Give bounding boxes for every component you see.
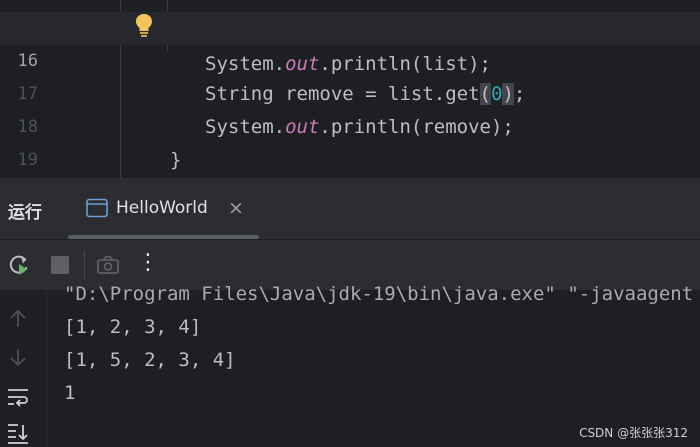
code-line[interactable]: 20: [0, 144, 700, 177]
lightbulb-icon[interactable]: [133, 12, 155, 38]
scroll-to-end-icon[interactable]: [6, 421, 30, 445]
code-line[interactable]: 18 }: [0, 78, 700, 171]
console-window-icon: [86, 198, 108, 218]
camera-icon[interactable]: [96, 253, 120, 277]
tab-helloworld[interactable]: HelloWorld ×: [68, 179, 259, 239]
console-side-toolbar: [0, 291, 47, 447]
console-output[interactable]: "D:\Program Files\Java\jdk-19\bin\java.e…: [0, 283, 700, 447]
tab-active-indicator: [68, 235, 259, 239]
arrow-down-icon[interactable]: [6, 345, 30, 369]
rerun-icon[interactable]: [7, 253, 31, 277]
toolbar-divider: [84, 250, 85, 280]
console-output-line: 1: [64, 382, 76, 404]
console-output-line: [1, 5, 2, 3, 4]: [64, 349, 236, 371]
console-command-line: "D:\Program Files\Java\jdk-19\bin\java.e…: [64, 283, 694, 305]
close-icon[interactable]: ×: [228, 196, 244, 220]
code-line-current[interactable]: 16 String remove = list.get(0);: [0, 12, 700, 105]
console-output-line: [1, 2, 3, 4]: [64, 316, 202, 338]
run-tool-window-header: 运行 HelloWorld ×: [0, 179, 700, 240]
watermark: CSDN @张张张312: [579, 426, 688, 440]
code-line[interactable]: 19 }: [0, 111, 700, 170]
more-options-icon[interactable]: ⋮: [136, 250, 160, 275]
run-panel-title: 运行: [8, 203, 42, 223]
arrow-up-icon[interactable]: [6, 307, 30, 331]
code-line[interactable]: 17 System.out.println(remove);: [0, 45, 700, 138]
tab-label: HelloWorld: [116, 198, 208, 218]
code-editor[interactable]: 15 System.out.println(list); 16 String r…: [0, 0, 700, 178]
stop-icon[interactable]: [48, 253, 72, 277]
soft-wrap-icon[interactable]: [6, 385, 30, 409]
